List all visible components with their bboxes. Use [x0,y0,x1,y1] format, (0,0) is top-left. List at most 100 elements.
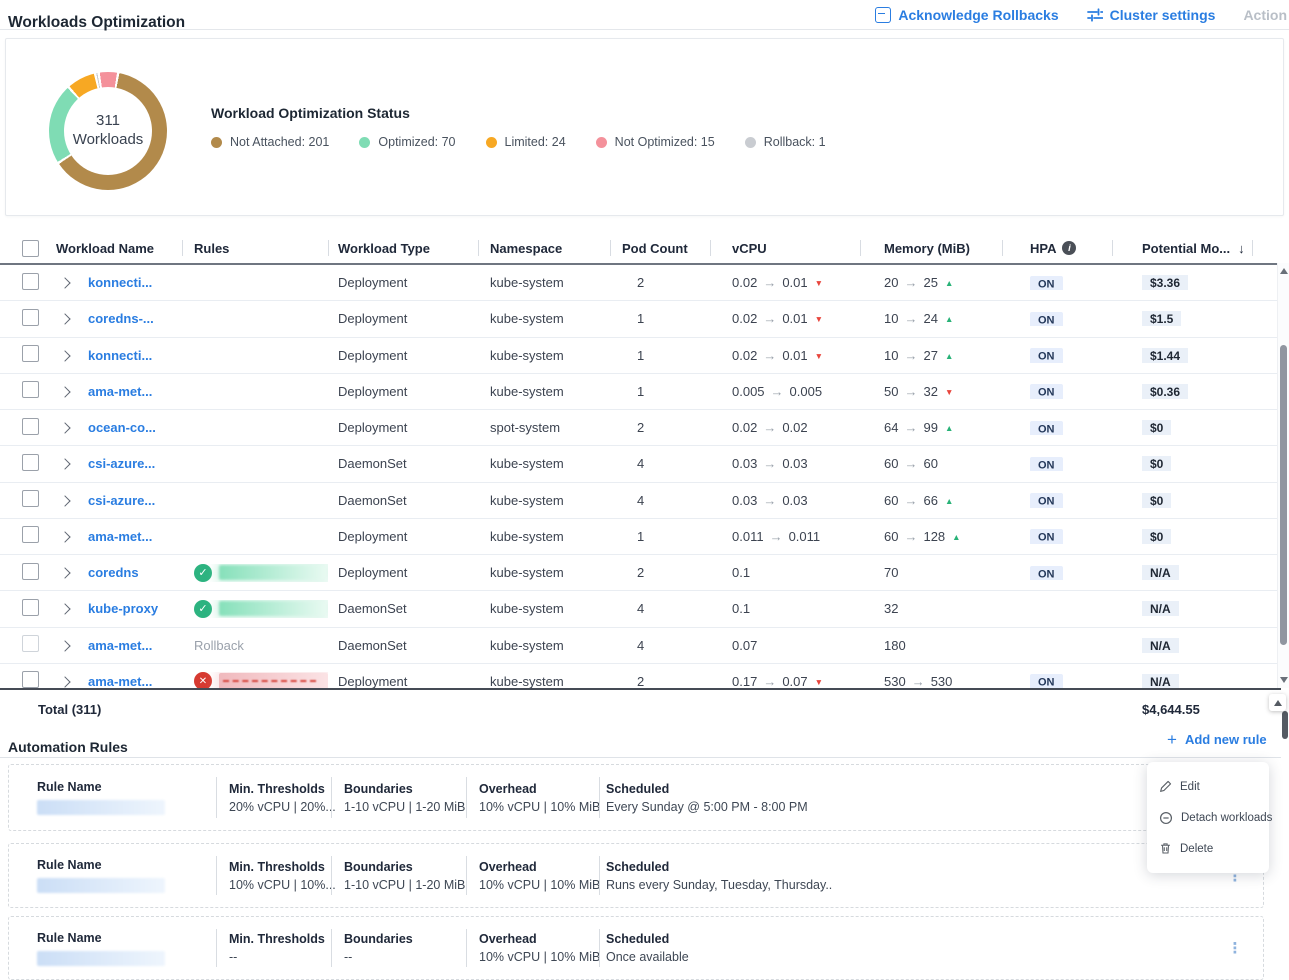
workload-name-link[interactable]: csi-azure... [88,493,155,508]
trend-up-icon: ▲ [952,532,960,542]
expand-chevron-icon[interactable] [59,314,70,325]
row-checkbox[interactable] [22,490,39,507]
row-checkbox[interactable] [22,418,39,435]
potential-savings-badge: N/A [1142,674,1179,688]
expand-chevron-icon[interactable] [59,495,70,506]
arrow-right-icon: → [904,384,917,399]
potential-savings-cell: $3.36 [1112,275,1281,290]
expand-chevron-icon[interactable] [59,567,70,578]
table-total-row: Total (311) $4,644.55 [0,688,1281,728]
legend-dot-icon [596,137,607,148]
sort-desc-icon: ↓ [1238,241,1245,256]
hpa-info-icon[interactable]: i [1062,241,1076,255]
arrow-right-icon: → [763,674,776,688]
potential-savings-cell: $1.5 [1112,311,1281,326]
workload-name-link[interactable]: konnecti... [88,348,152,363]
expand-chevron-icon[interactable] [59,676,70,687]
column-rules[interactable]: Rules [182,233,328,263]
detach-icon [1159,811,1173,825]
column-memory[interactable]: Memory (MiB) [860,233,1002,263]
row-checkbox[interactable] [22,381,39,398]
workload-name-link[interactable]: ocean-co... [88,420,156,435]
trend-up-icon: ▲ [945,314,953,324]
pod-count-cell: 2 [610,565,710,580]
acknowledge-rollbacks-button[interactable]: Acknowledge Rollbacks [875,7,1058,23]
row-checkbox[interactable] [22,309,39,326]
row-checkbox[interactable] [22,671,39,688]
row-checkbox[interactable] [22,599,39,616]
potential-savings-cell: N/A [1112,638,1281,653]
legend-label: Not Attached: 201 [230,135,329,149]
column-pod-count[interactable]: Pod Count [610,233,710,263]
table-scrollbar[interactable] [1277,263,1289,688]
pencil-icon [1159,780,1172,793]
namespace-cell: kube-system [478,348,610,363]
arrow-right-icon: → [904,275,917,290]
legend-label: Not Optimized: 15 [615,135,715,149]
workload-name-link[interactable]: coredns [88,565,139,580]
menu-item-edit[interactable]: Edit [1147,771,1269,802]
arrow-right-icon: → [904,493,917,508]
column-workload-type[interactable]: Workload Type [328,233,478,263]
workload-name-link[interactable]: konnecti... [88,275,152,290]
column-vcpu[interactable]: vCPU [710,233,860,263]
expand-chevron-icon[interactable] [59,604,70,615]
scroll-down-icon[interactable] [1280,677,1288,683]
add-new-rule-button[interactable]: + Add new rule [1167,732,1267,747]
column-workload-name[interactable]: Workload Name [48,233,182,263]
min-thresholds-column: Min. Thresholds10% vCPU | 10%... [216,844,331,907]
overhead-column: Overhead10% vCPU | 10% MiB [466,917,599,979]
legend-label: Limited: 24 [505,135,566,149]
column-hpa[interactable]: HPAi [1002,233,1112,263]
workload-name-link[interactable]: kube-proxy [88,601,158,616]
row-checkbox[interactable] [22,526,39,543]
workload-name-link[interactable]: ama-met... [88,674,152,688]
expand-chevron-icon[interactable] [59,459,70,470]
column-potential-savings[interactable]: Potential Mo...↓ [1112,233,1281,263]
scroll-up-icon[interactable] [1280,268,1288,274]
row-checkbox[interactable] [22,454,39,471]
table-scrollbar-thumb[interactable] [1280,345,1287,645]
workload-type-cell: DaemonSet [328,601,478,616]
hpa-on-badge: ON [1030,312,1063,327]
rule-name-redacted [37,800,165,815]
trend-down-icon: ▼ [815,314,823,324]
menu-item-delete[interactable]: Delete [1147,833,1269,864]
potential-savings-badge: $0 [1142,456,1171,471]
cluster-settings-button[interactable]: Cluster settings [1087,7,1216,23]
workload-name-link[interactable]: coredns-... [88,311,154,326]
expand-chevron-icon[interactable] [59,277,70,288]
trend-down-icon: ▼ [815,278,823,288]
expand-chevron-icon[interactable] [59,531,70,542]
row-checkbox[interactable] [22,563,39,580]
table-row: coredns-... Deployment kube-system 1 0.0… [0,301,1281,337]
expand-chevron-icon[interactable] [59,350,70,361]
arrow-right-icon: → [763,420,776,435]
workload-name-link[interactable]: ama-met... [88,638,152,653]
workload-name-link[interactable]: ama-met... [88,529,152,544]
legend-dot-icon [359,137,370,148]
expand-chevron-icon[interactable] [59,640,70,651]
table-row: ocean-co... Deployment spot-system 2 0.0… [0,410,1281,446]
topbar-actions: Acknowledge Rollbacks Cluster settings A… [875,0,1287,29]
expand-chevron-icon[interactable] [59,386,70,397]
row-checkbox[interactable] [22,273,39,290]
automation-rule-card: Rule Name Min. Thresholds20% vCPU | 20%.… [8,764,1264,831]
rule-kebab-menu-icon[interactable]: ⋮ [1228,939,1243,957]
page-scrollbar-thumb[interactable] [1282,711,1288,739]
row-checkbox[interactable] [22,635,39,652]
potential-savings-cell: $0 [1112,456,1281,471]
potential-savings-badge: $1.44 [1142,348,1188,363]
menu-item-detach-workloads[interactable]: Detach workloads [1147,802,1269,833]
workload-name-link[interactable]: ama-met... [88,384,152,399]
expand-chevron-icon[interactable] [59,422,70,433]
row-checkbox[interactable] [22,345,39,362]
acknowledge-icon [875,7,891,23]
workload-type-cell: DaemonSet [328,493,478,508]
column-namespace[interactable]: Namespace [478,233,610,263]
select-all-checkbox[interactable] [22,240,39,257]
top-bar: Workloads Optimization Acknowledge Rollb… [0,0,1289,30]
page-scroll-up-button[interactable] [1269,694,1286,711]
workload-name-link[interactable]: csi-azure... [88,456,155,471]
actions-button[interactable]: Action [1243,7,1287,23]
